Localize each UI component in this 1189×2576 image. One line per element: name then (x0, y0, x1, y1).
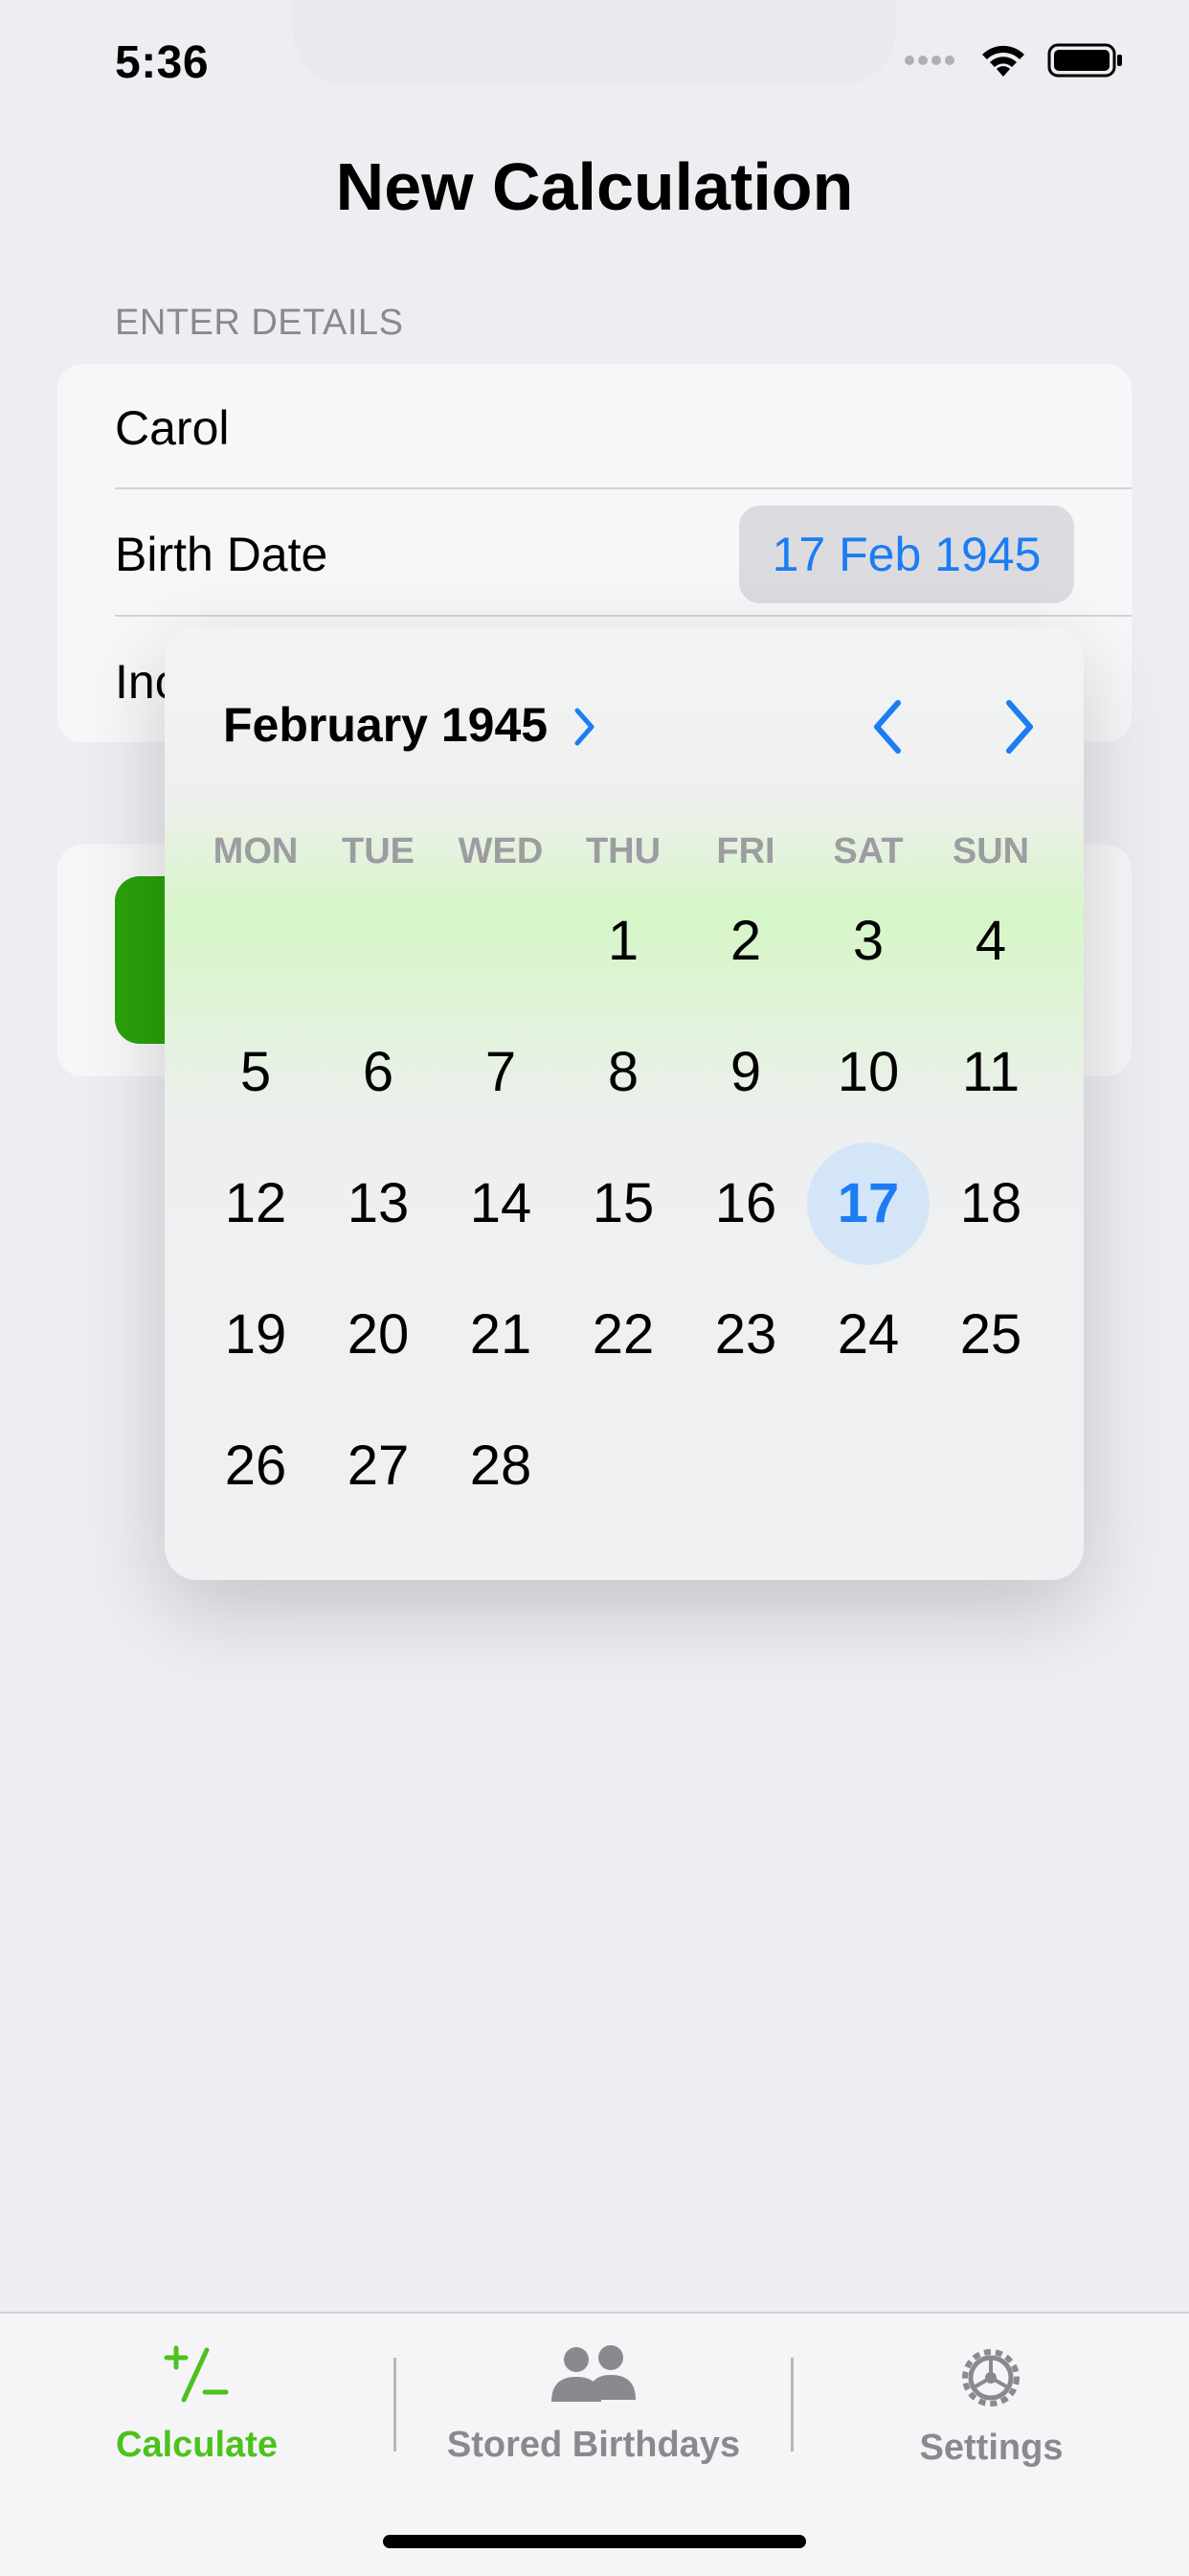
selected-calendar-day[interactable]: 17 (807, 1170, 930, 1237)
weekday-label: SAT (833, 831, 904, 871)
calendar-day[interactable]: 5 (194, 1039, 317, 1106)
calendar-day[interactable]: 28 (439, 1433, 562, 1500)
calendar-day[interactable]: 21 (439, 1301, 562, 1368)
calendar-day[interactable]: 4 (930, 908, 1052, 975)
page-title: New Calculation (335, 149, 854, 224)
calendar-day[interactable]: 24 (807, 1301, 930, 1368)
calendar-day[interactable]: 3 (807, 908, 930, 975)
cellular-signal-icon (905, 56, 954, 65)
tab-calculate-label: Calculate (116, 2425, 278, 2465)
calendar-day[interactable]: 1 (562, 908, 684, 975)
chevron-right-icon[interactable] (572, 706, 597, 748)
status-icons (904, 42, 1124, 79)
row-divider (115, 615, 1132, 617)
calendar-day[interactable]: 20 (317, 1301, 439, 1368)
calendar-day[interactable]: 16 (684, 1170, 807, 1237)
weekday-label: MON (213, 831, 299, 871)
gear-icon (962, 2349, 1020, 2407)
calendar-day[interactable]: 11 (930, 1039, 1052, 1106)
calendar-day[interactable]: 22 (562, 1301, 684, 1368)
home-indicator (383, 2535, 806, 2548)
calendar-day[interactable]: 10 (807, 1039, 930, 1106)
people-icon (551, 2345, 636, 2402)
birth-date-label: Birth Date (115, 528, 328, 581)
calendar-day[interactable]: 6 (317, 1039, 439, 1106)
weekday-label: FRI (716, 831, 775, 871)
birth-date-value: 17 Feb 1945 (772, 528, 1042, 581)
calendar-day[interactable]: 12 (194, 1170, 317, 1237)
calendar-day[interactable]: 7 (439, 1039, 562, 1106)
calendar-day[interactable]: 19 (194, 1301, 317, 1368)
device-notch (293, 0, 896, 84)
weekday-label: SUN (952, 831, 1030, 871)
weekday-label: WED (458, 831, 544, 871)
tab-settings-label: Settings (919, 2428, 1064, 2468)
section-label: ENTER DETAILS (115, 303, 404, 343)
calendar-day[interactable]: 18 (930, 1170, 1052, 1237)
calendar-day[interactable]: 9 (684, 1039, 807, 1106)
calendar-day[interactable]: 25 (930, 1301, 1052, 1368)
calendar-day[interactable]: 8 (562, 1039, 684, 1106)
next-month-button[interactable] (998, 697, 1040, 757)
month-year-button[interactable]: February 1945 (223, 697, 548, 753)
calendar-day[interactable]: 14 (439, 1170, 562, 1237)
calendar-day[interactable]: 2 (684, 908, 807, 975)
weekday-label: THU (585, 831, 662, 871)
name-field[interactable]: Carol (115, 400, 229, 456)
birth-date-button[interactable]: 17 Feb 1945 (739, 506, 1074, 603)
status-time: 5:36 (115, 37, 210, 88)
wifi-icon (982, 45, 1024, 77)
row-divider (115, 487, 1132, 489)
weekday-label: TUE (342, 831, 415, 871)
previous-month-button[interactable] (867, 697, 909, 757)
tab-stored-birthdays-label: Stored Birthdays (446, 2425, 741, 2465)
plus-minus-icon (164, 2345, 229, 2403)
month-year-label: February 1945 (223, 698, 549, 752)
calendar-day[interactable]: 15 (562, 1170, 684, 1237)
battery-icon (1047, 43, 1122, 78)
calendar-day[interactable]: 23 (684, 1301, 807, 1368)
calendar-day[interactable]: 27 (317, 1433, 439, 1500)
calendar-day[interactable]: 26 (194, 1433, 317, 1500)
calendar-day[interactable]: 13 (317, 1170, 439, 1237)
